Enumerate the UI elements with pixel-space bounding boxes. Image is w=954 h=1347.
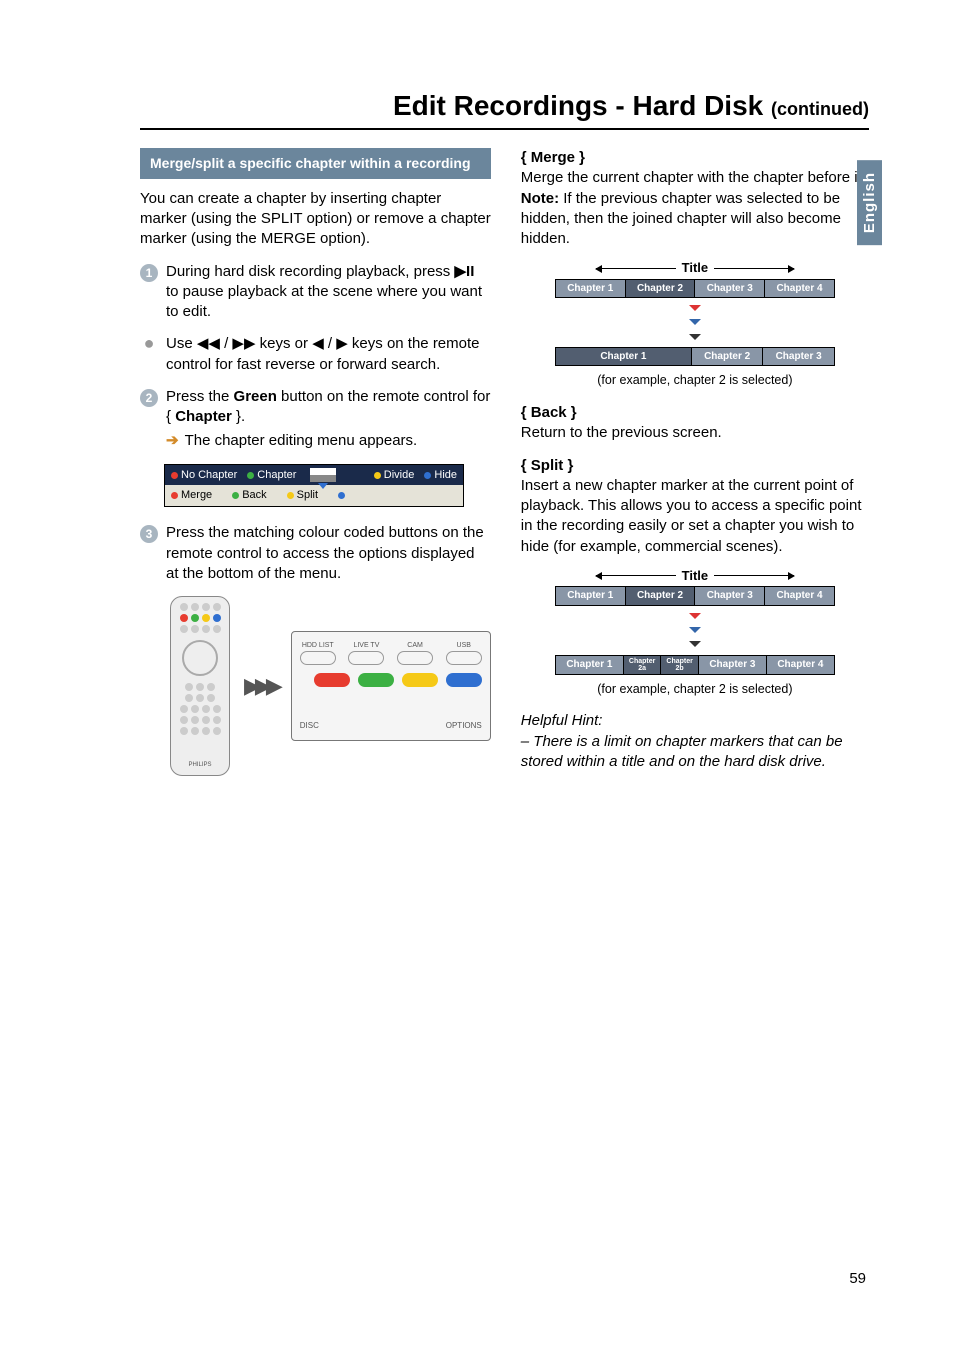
device-yellow-button bbox=[402, 673, 438, 687]
merge-diagram: Title Chapter 1 Chapter 2 Chapter 3 Chap… bbox=[521, 259, 869, 366]
merge-diagram-caption: (for example, chapter 2 is selected) bbox=[521, 372, 869, 389]
device-panel-icon: HDD LIST LIVE TV CAM USB DISC OPTIONS bbox=[291, 631, 491, 741]
remote-brand: PHILIPS bbox=[188, 761, 211, 769]
chap-cell-selected: Chapter 2 bbox=[626, 280, 696, 298]
chap-cell-selected: Chapter 2 bbox=[626, 587, 696, 605]
pause-indicator-icon bbox=[310, 468, 336, 482]
step1-text-b: to pause playback at the scene where you… bbox=[166, 283, 482, 320]
green-dot-icon bbox=[247, 472, 254, 479]
remote-control-icon: PHILIPS bbox=[170, 596, 230, 776]
page-number: 59 bbox=[849, 1270, 866, 1287]
bullet-icon: ● bbox=[140, 334, 158, 375]
device-green-button bbox=[358, 673, 394, 687]
section-subheader: Merge/split a specific chapter within a … bbox=[140, 148, 491, 179]
device-disc: DISC bbox=[300, 721, 319, 732]
step-2: 2 Press the Green button on the remote c… bbox=[140, 387, 491, 452]
step2-a: Press the bbox=[166, 388, 234, 405]
device-live: LIVE TV bbox=[353, 642, 379, 649]
green-dot-icon bbox=[232, 492, 239, 499]
bullet-step: ● Use ◀◀ / ▶▶ keys or ◀ / ▶ keys on the … bbox=[140, 334, 491, 375]
chap-cell: Chapter 1 bbox=[556, 656, 624, 674]
page-content: Edit Recordings - Hard Disk (continued) … bbox=[0, 0, 954, 816]
step-number-3: 3 bbox=[140, 525, 158, 543]
play-pause-icon: ▶II bbox=[454, 263, 474, 280]
left-column: Merge/split a specific chapter within a … bbox=[140, 148, 491, 776]
chap-cell-split-a: Chapter 2a bbox=[624, 656, 662, 674]
step2-chapter: Chapter bbox=[175, 408, 232, 425]
intro-paragraph: You can create a chapter by inserting ch… bbox=[140, 189, 491, 250]
chap-cell: Chapter 1 bbox=[556, 280, 626, 298]
split-diagram: Title Chapter 1 Chapter 2 Chapter 3 Chap… bbox=[521, 567, 869, 675]
step2-c: }. bbox=[232, 408, 245, 425]
osd-merge: Merge bbox=[181, 488, 212, 503]
diagram-title: Title bbox=[682, 567, 709, 585]
chap-cell-split-b: Chapter 2b bbox=[661, 656, 699, 674]
page-title: Edit Recordings - Hard Disk (continued) bbox=[140, 90, 869, 130]
title-main: Edit Recordings - Hard Disk bbox=[393, 90, 763, 121]
osd-no-chapter: No Chapter bbox=[181, 468, 237, 483]
left-right-icon: ◀ / ▶ bbox=[312, 335, 348, 352]
step2-green: Green bbox=[234, 388, 277, 405]
bullet-a: Use bbox=[166, 335, 197, 352]
note-label: Note: bbox=[521, 190, 559, 207]
device-blue-button bbox=[446, 673, 482, 687]
device-cam: CAM bbox=[407, 642, 423, 649]
device-hdd: HDD LIST bbox=[302, 642, 334, 649]
step-number-1: 1 bbox=[140, 264, 158, 282]
device-usb: USB bbox=[457, 642, 471, 649]
hardware-illustration: PHILIPS ▶▶▶ HDD LIST LIVE TV CAM USB bbox=[170, 596, 491, 776]
step2-result: The chapter editing menu appears. bbox=[185, 431, 418, 451]
blue-dot-icon bbox=[424, 472, 431, 479]
chap-cell: Chapter 3 bbox=[763, 348, 834, 366]
osd-back: Back bbox=[242, 488, 266, 503]
yellow-dot-icon bbox=[374, 472, 381, 479]
right-column: Merge Merge the current chapter with the… bbox=[521, 148, 869, 776]
back-option-head: Back bbox=[521, 404, 577, 421]
merge-option-body: Merge the current chapter with the chapt… bbox=[521, 168, 869, 188]
osd-split: Split bbox=[297, 488, 318, 503]
note-body: If the previous chapter was selected to … bbox=[521, 190, 841, 248]
osd-chapter: Chapter bbox=[257, 468, 296, 483]
chap-cell: Chapter 3 bbox=[695, 280, 765, 298]
step-3: 3 Press the matching colour coded button… bbox=[140, 523, 491, 584]
language-tab: English bbox=[857, 160, 882, 245]
step3-text: Press the matching colour coded buttons … bbox=[166, 523, 491, 584]
pointing-arrow-icon: ▶▶▶ bbox=[244, 671, 277, 701]
blue-dot-icon bbox=[338, 492, 345, 499]
back-option-body: Return to the previous screen. bbox=[521, 423, 869, 443]
device-red-button bbox=[314, 673, 350, 687]
hint-heading: Helpful Hint: bbox=[521, 711, 869, 731]
yellow-dot-icon bbox=[287, 492, 294, 499]
step-number-2: 2 bbox=[140, 389, 158, 407]
split-option-head: Split bbox=[521, 457, 574, 474]
chap-cell: Chapter 1 bbox=[556, 587, 626, 605]
chap-cell-merged: Chapter 1 bbox=[556, 348, 692, 366]
step-1: 1 During hard disk recording playback, p… bbox=[140, 262, 491, 323]
merge-option-head: Merge bbox=[521, 149, 585, 166]
osd-divide: Divide bbox=[384, 468, 415, 483]
chap-cell: Chapter 4 bbox=[767, 656, 834, 674]
rewind-forward-icon: ◀◀ / ▶▶ bbox=[197, 335, 256, 352]
device-options: OPTIONS bbox=[446, 721, 482, 732]
hint-body: – There is a limit on chapter markers th… bbox=[521, 732, 869, 773]
diagram-title: Title bbox=[682, 259, 709, 277]
bullet-mid: keys or bbox=[256, 335, 313, 352]
result-arrow-icon: ➔ bbox=[166, 431, 179, 451]
chap-cell: Chapter 3 bbox=[699, 656, 767, 674]
chap-cell: Chapter 4 bbox=[765, 587, 834, 605]
osd-chapter-menu: No Chapter Chapter Divide Hide Merge Bac… bbox=[164, 464, 464, 508]
split-diagram-caption: (for example, chapter 2 is selected) bbox=[521, 681, 869, 698]
red-dot-icon bbox=[171, 492, 178, 499]
red-dot-icon bbox=[171, 472, 178, 479]
title-continued: (continued) bbox=[771, 99, 869, 119]
chap-cell: Chapter 3 bbox=[695, 587, 765, 605]
osd-hide: Hide bbox=[434, 468, 457, 483]
chap-cell: Chapter 4 bbox=[765, 280, 834, 298]
step1-text-a: During hard disk recording playback, pre… bbox=[166, 263, 454, 280]
chap-cell: Chapter 2 bbox=[692, 348, 764, 366]
split-option-body: Insert a new chapter marker at the curre… bbox=[521, 476, 869, 557]
